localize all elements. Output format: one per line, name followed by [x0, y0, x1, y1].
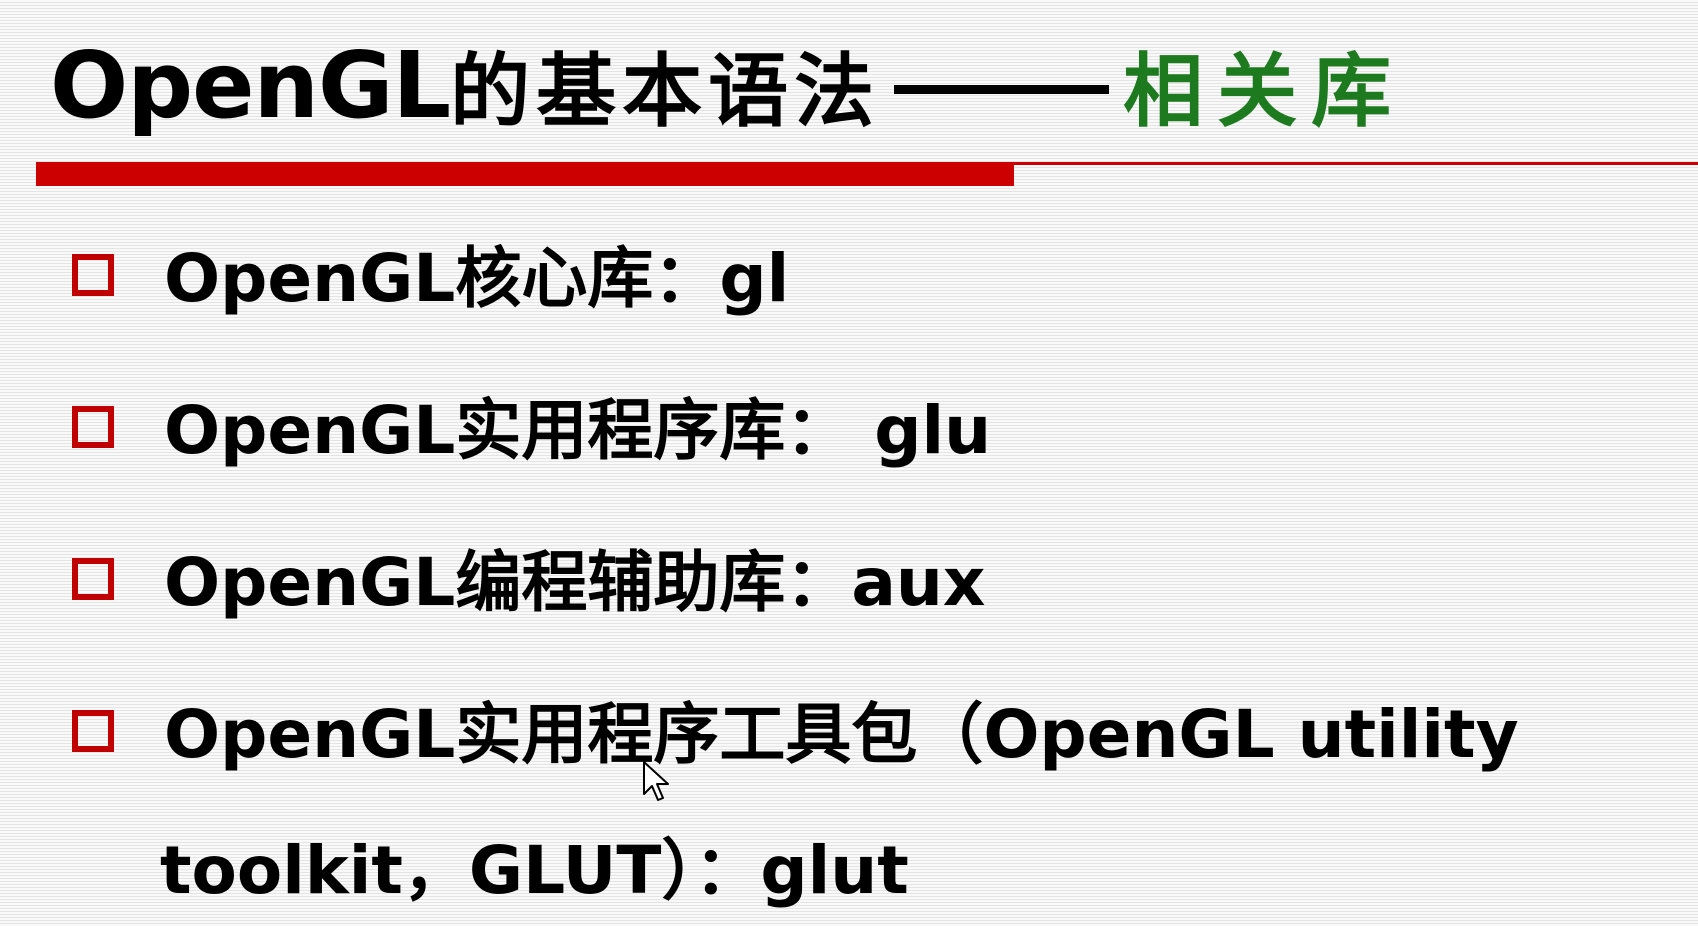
title-prefix: OpenGL — [50, 31, 451, 139]
list-item: OpenGL实用程序库： glu — [0, 384, 1698, 484]
list-item-continuation: toolkit，GLUT）：glut — [160, 832, 909, 909]
title-dash — [894, 84, 1110, 94]
title-accent: 相关库 — [1123, 44, 1406, 138]
square-bullet-icon — [72, 254, 114, 296]
title-rule-thin — [1014, 162, 1698, 165]
square-bullet-icon — [72, 710, 114, 752]
list-item-text: OpenGL实用程序库： glu — [164, 392, 992, 469]
list-item-text: OpenGL核心库：gl — [164, 240, 790, 317]
slide: OpenGL 的基本语法 相关库 OpenGL核心库：gl OpenGL实用程序… — [0, 0, 1698, 926]
list-item-text: OpenGL实用程序工具包（OpenGL utility — [164, 696, 1519, 773]
list-item: OpenGL实用程序工具包（OpenGL utility — [0, 688, 1698, 788]
list-item: OpenGL编程辅助库：aux — [0, 536, 1698, 636]
square-bullet-icon — [72, 406, 114, 448]
list-item-text: OpenGL编程辅助库：aux — [164, 544, 986, 621]
list-item: OpenGL核心库：gl — [0, 232, 1698, 332]
square-bullet-icon — [72, 558, 114, 600]
title-rule-thick — [36, 162, 1014, 186]
slide-title: OpenGL 的基本语法 相关库 — [50, 20, 1405, 150]
title-main: 的基本语法 — [450, 44, 881, 138]
mouse-pointer-icon — [643, 761, 669, 801]
